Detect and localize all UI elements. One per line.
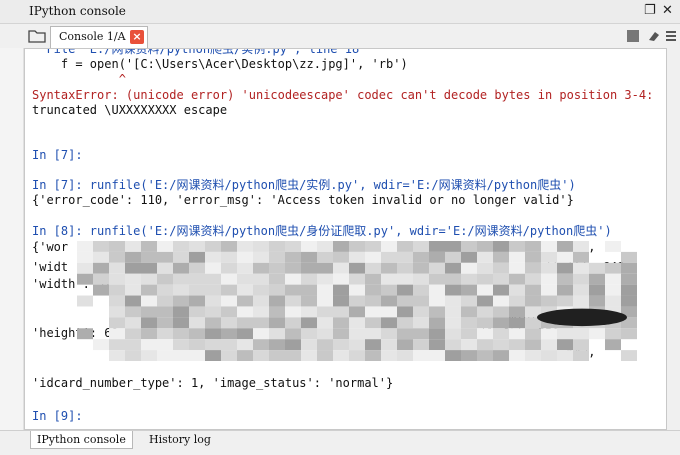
console-line: f = open('[C:\Users\Acer\Desktop\zz.jpg]… xyxy=(32,57,408,71)
tab-close-icon[interactable]: × xyxy=(130,30,144,44)
console-toolbar: Console 1/A × xyxy=(0,24,680,48)
tab-console-1a[interactable]: Console 1/A × xyxy=(50,26,148,48)
stop-icon[interactable] xyxy=(626,29,640,43)
console-line: {'wor 28, xyxy=(32,240,596,254)
console-line: File "E:/网课资料/python爬虫/实例.py", line 18 xyxy=(32,48,360,56)
console-line: 642, xyxy=(32,345,596,359)
close-window-icon[interactable]: ✕ xyxy=(662,3,673,19)
console-line: 'idcard_number_type': 1, 'image_status':… xyxy=(32,376,394,390)
console-line: 'widt 'left': 648, xyxy=(32,260,632,274)
left-gutter xyxy=(0,48,24,430)
console-line: SyntaxError: (unicode error) 'unicodeesc… xyxy=(32,88,654,102)
folder-icon[interactable] xyxy=(28,28,46,44)
console-line: In [9]: xyxy=(32,409,83,423)
console-output[interactable]: File "E:/网课资料/python爬虫/实例.py", line 18 f… xyxy=(24,48,667,430)
console-line: width': 53, xyxy=(32,311,589,325)
console-line: 'height': 62 , 'left': 559, xyxy=(32,326,567,340)
tab-ipython-console[interactable]: IPython console xyxy=(30,431,133,449)
title-bar: IPython console ❐ ✕ xyxy=(0,0,680,24)
window-title: IPython console xyxy=(29,4,126,18)
eraser-icon[interactable] xyxy=(647,29,661,43)
vertical-scrollbar[interactable] xyxy=(667,48,680,430)
tab-history-log[interactable]: History log xyxy=(143,431,217,449)
console-line: 'width': 32, xyxy=(32,277,119,291)
console-line: In [7]: xyxy=(32,148,83,162)
console-line: {'error_code': 110, 'error_msg': 'Access… xyxy=(32,193,574,207)
options-menu-icon[interactable] xyxy=(664,29,678,43)
console-line: truncated \UXXXXXXXX escape xyxy=(32,103,228,117)
console-line: ^ xyxy=(32,72,126,86)
console-line: In [8]: runfile('E:/网课资料/python爬虫/身份证爬取.… xyxy=(32,224,612,238)
redaction-mosaic xyxy=(77,241,637,361)
bottom-tab-bar: IPython console History log xyxy=(0,430,680,455)
tab-label: Console 1/A xyxy=(59,30,126,43)
float-window-icon[interactable]: ❐ xyxy=(644,3,656,19)
console-line: In [7]: runfile('E:/网课资料/python爬虫/实例.py'… xyxy=(32,178,576,192)
